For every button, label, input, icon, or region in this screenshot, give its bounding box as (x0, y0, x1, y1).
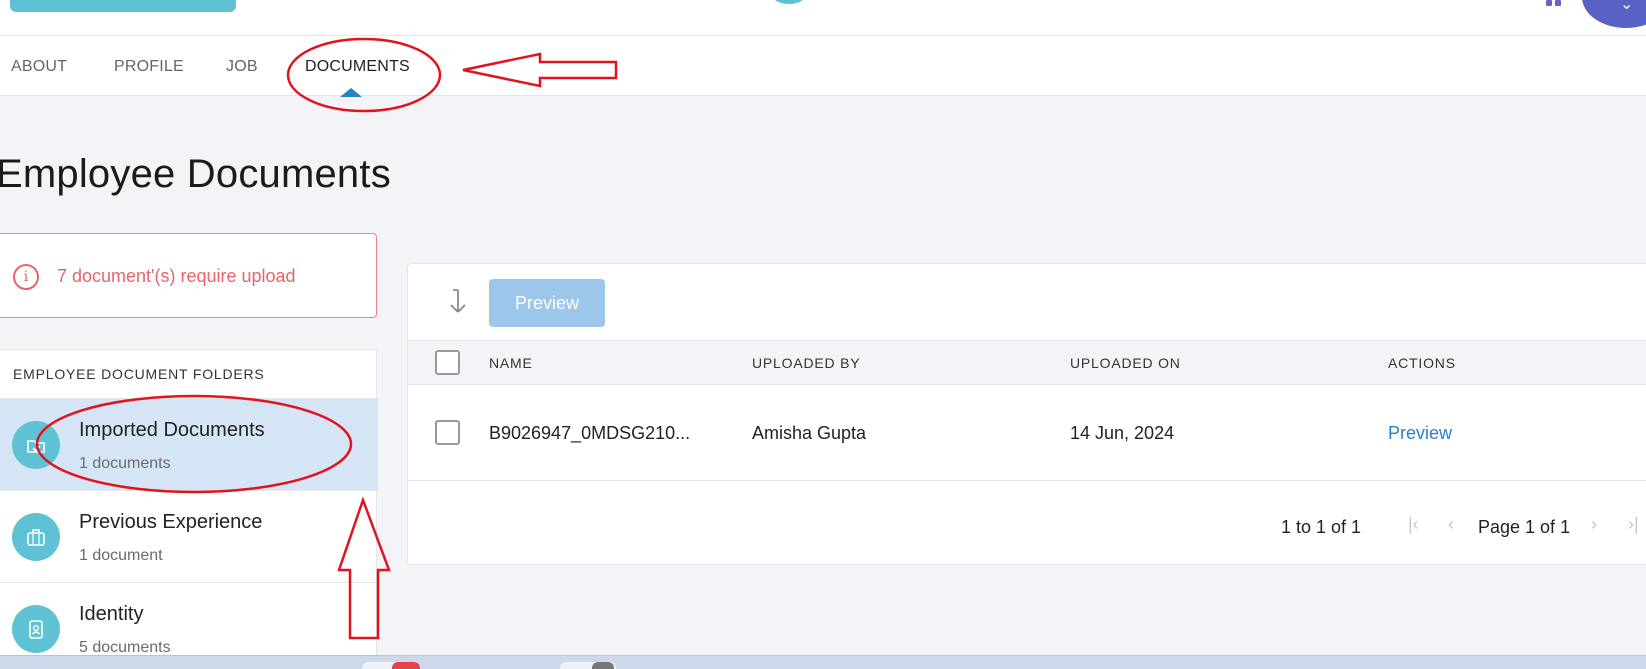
tab-about[interactable]: ABOUT (11, 58, 67, 76)
pagination-range: 1 to 1 of 1 (1281, 517, 1362, 537)
tab-documents[interactable]: DOCUMENTS (305, 58, 410, 76)
taskbar-app-avatar-icon (592, 662, 614, 669)
tab-bar: ABOUT PROFILE JOB DOCUMENTS (0, 36, 1646, 97)
first-page-icon[interactable]: |‹ (1408, 514, 1419, 535)
tab-job[interactable]: JOB (226, 58, 258, 76)
folder-name: Imported Documents (79, 419, 265, 441)
table-row[interactable]: B9026947_0MDSG210... Amisha Gupta 14 Jun… (408, 385, 1646, 481)
document-name: B9026947_0MDSG210... (489, 423, 691, 443)
apps-grid-icon[interactable] (1546, 0, 1562, 8)
documents-table-panel: Preview NAME UPLOADED BY UPLOADED ON ACT… (407, 263, 1646, 565)
folder-previous-experience[interactable]: Previous Experience 1 document (0, 490, 378, 582)
select-all-checkbox[interactable] (435, 350, 460, 375)
column-header-name[interactable]: NAME (489, 355, 533, 371)
pagination-page: Page 1 of 1 (1478, 517, 1571, 537)
column-header-actions: ACTIONS (1388, 355, 1456, 371)
info-icon: i (13, 264, 39, 290)
folder-name: Identity (79, 603, 144, 625)
uploaded-by: Amisha Gupta (752, 423, 867, 443)
column-header-uploaded-on[interactable]: UPLOADED ON (1070, 355, 1181, 371)
row-preview-link[interactable]: Preview (1388, 423, 1452, 444)
preview-button[interactable]: Preview (489, 279, 605, 327)
top-center-badge (773, 0, 805, 4)
page-title: Employee Documents (0, 152, 391, 196)
taskbar-app-badge-icon (392, 662, 420, 669)
id-badge-icon (12, 605, 60, 653)
active-tab-indicator (340, 88, 362, 97)
folder-count: 1 documents (79, 455, 171, 472)
briefcase-icon (12, 513, 60, 561)
folder-import-icon (12, 421, 60, 469)
sort-arrow-icon[interactable] (444, 288, 468, 321)
user-avatar[interactable] (1582, 0, 1646, 28)
os-taskbar (0, 655, 1646, 669)
top-action-button[interactable] (10, 0, 236, 12)
tab-profile[interactable]: PROFILE (114, 58, 184, 76)
row-checkbox[interactable] (435, 420, 460, 445)
column-header-uploaded-by[interactable]: UPLOADED BY (752, 355, 860, 371)
folders-header: EMPLOYEE DOCUMENT FOLDERS (13, 366, 265, 382)
folder-count: 1 document (79, 547, 163, 564)
chevron-down-icon[interactable]: ⌄ (1620, 0, 1633, 14)
last-page-icon[interactable]: ›| (1628, 514, 1639, 535)
alert-text: 7 document'(s) require upload (57, 266, 296, 286)
uploaded-on: 14 Jun, 2024 (1070, 423, 1175, 443)
document-folders-panel: EMPLOYEE DOCUMENT FOLDERS Imported Docum… (0, 349, 378, 669)
table-header: NAME UPLOADED BY UPLOADED ON ACTIONS (408, 340, 1646, 385)
folder-name: Previous Experience (79, 511, 263, 533)
upload-required-alert: i 7 document'(s) require upload (0, 233, 377, 318)
top-bar: ⌄ (0, 0, 1646, 36)
previous-page-icon[interactable]: ‹ (1448, 514, 1454, 535)
folder-imported-documents[interactable]: Imported Documents 1 documents (0, 398, 378, 490)
next-page-icon[interactable]: › (1591, 514, 1597, 535)
